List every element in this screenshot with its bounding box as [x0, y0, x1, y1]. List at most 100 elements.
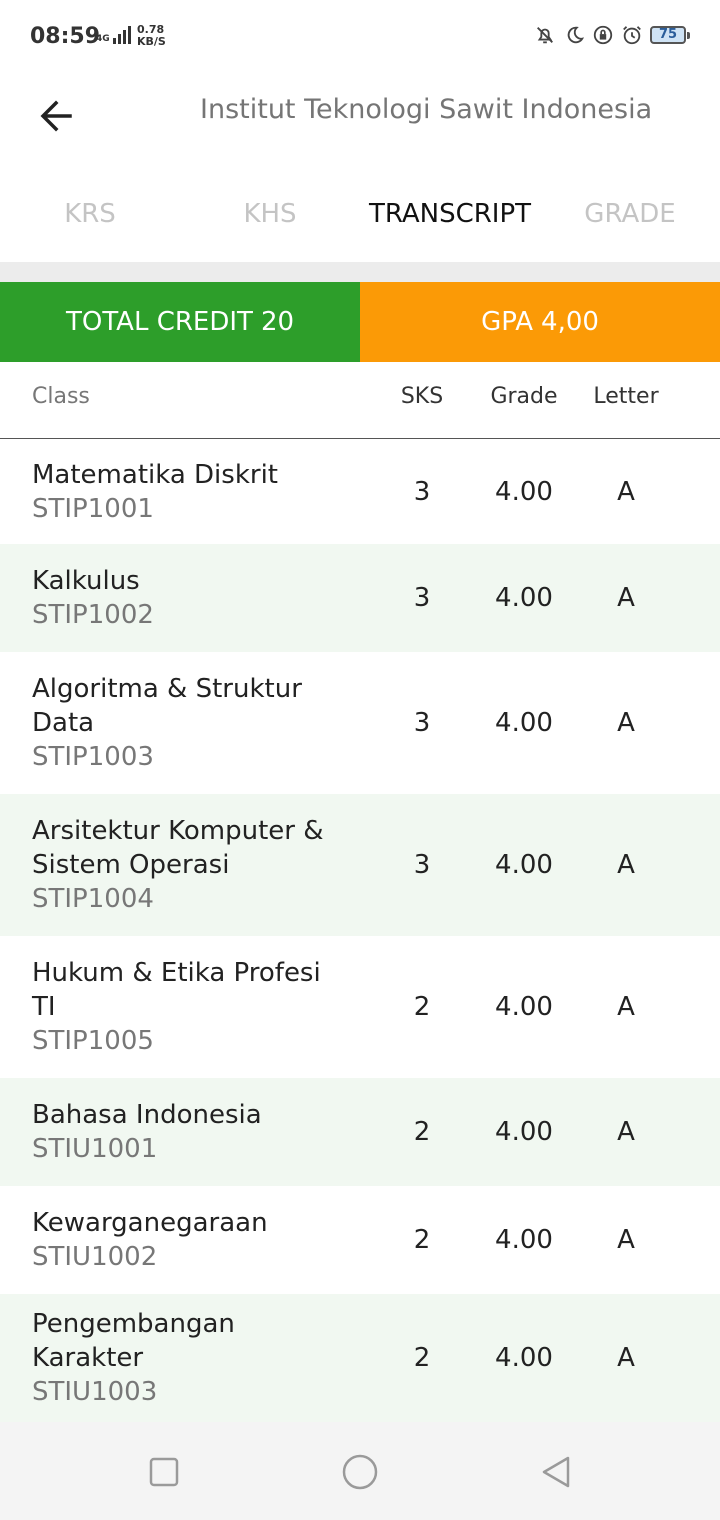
course-name: Algoritma & Struktur Data: [32, 674, 302, 738]
course-code: STIU1003: [32, 1377, 158, 1407]
battery-icon: 75: [650, 26, 690, 44]
course-code: STIP1005: [32, 1026, 154, 1056]
course-code: STIP1003: [32, 742, 154, 772]
grade-cell: 4.00: [495, 1117, 553, 1147]
table-row: Algoritma & Struktur Data STIP1003 3 4.0…: [0, 652, 720, 794]
letter-cell: A: [617, 476, 635, 507]
status-bar: 08:59 4G 0.78 KB/S 75: [0, 0, 720, 78]
table-row: Hukum & Etika Profesi TI STIP1005 2 4.00…: [0, 936, 720, 1078]
signal-icon: [112, 26, 131, 44]
course-code: STIP1001: [32, 493, 154, 524]
letter-cell: A: [617, 1225, 635, 1255]
letter-cell: A: [617, 708, 635, 738]
back-button[interactable]: [30, 90, 82, 142]
table-row: Matematika Diskrit STIP1001 3 4.00 A: [0, 439, 720, 544]
circle-icon: [342, 1454, 378, 1490]
network-type: 4G: [96, 34, 110, 44]
grade-cell: 4.00: [495, 1343, 553, 1373]
header-grade: Grade: [490, 384, 558, 409]
recent-apps-button[interactable]: [144, 1452, 184, 1492]
course-name: Matematika Diskrit: [32, 459, 278, 490]
grade-cell: 4.00: [495, 992, 553, 1022]
header-letter: Letter: [593, 384, 659, 409]
grade-cell: 4.00: [495, 850, 553, 880]
letter-cell: A: [617, 992, 635, 1022]
moon-icon: [567, 26, 585, 44]
letter-cell: A: [617, 1117, 635, 1147]
page-title: Institut Teknologi Sawit Indonesia: [200, 94, 653, 125]
grade-cell: 4.00: [495, 708, 553, 738]
tab-bar: KRS KHS TRANSCRIPT GRADE: [0, 180, 720, 250]
status-time: 08:59: [30, 24, 101, 49]
gpa-label: GPA: [481, 307, 534, 337]
status-icons: 75: [534, 24, 690, 46]
class-cell: Arsitektur Komputer & Sistem Operasi STI…: [0, 814, 372, 916]
course-name: Hukum & Etika Profesi TI: [32, 958, 321, 1022]
grade-cell: 4.00: [495, 476, 553, 507]
tab-grade[interactable]: GRADE: [540, 180, 720, 250]
network-speed: 0.78 KB/S: [137, 24, 166, 48]
sks-cell: 2: [413, 1343, 431, 1373]
course-code: STIU1001: [32, 1134, 158, 1164]
course-code: STIU1002: [32, 1242, 158, 1272]
sks-cell: 2: [413, 1117, 431, 1147]
grade-cell: 4.00: [495, 583, 553, 613]
table-row: Kalkulus STIP1002 3 4.00 A: [0, 544, 720, 652]
grade-cell: 4.00: [495, 1225, 553, 1255]
class-cell: Matematika Diskrit STIP1001: [0, 458, 372, 526]
letter-cell: A: [617, 850, 635, 880]
table-row: Arsitektur Komputer & Sistem Operasi STI…: [0, 794, 720, 936]
header-sks: SKS: [400, 384, 444, 409]
header-class: Class: [32, 384, 90, 409]
total-credit-badge: TOTAL CREDIT 20: [0, 282, 360, 362]
table-row: Kewarganegaraan STIU1002 2 4.00 A: [0, 1186, 720, 1294]
sks-cell: 3: [413, 708, 431, 738]
sks-cell: 3: [413, 850, 431, 880]
class-cell: Bahasa Indonesia STIU1001: [0, 1098, 372, 1166]
class-cell: Algoritma & Struktur Data STIP1003: [0, 672, 372, 774]
home-button[interactable]: [340, 1452, 380, 1492]
tab-khs[interactable]: KHS: [180, 180, 360, 250]
arrow-left-icon: [40, 100, 72, 132]
course-name: Bahasa Indonesia: [32, 1100, 262, 1130]
gpa-badge: GPA 4,00: [360, 282, 720, 362]
system-nav-bar: [0, 1422, 720, 1520]
class-cell: Kewarganegaraan STIU1002: [0, 1206, 372, 1274]
triangle-back-icon: [542, 1456, 570, 1488]
lock-rotation-icon: [593, 25, 613, 45]
table-row: Bahasa Indonesia STIU1001 2 4.00 A: [0, 1078, 720, 1186]
class-cell: Pengembangan Karakter STIU1003: [0, 1307, 372, 1409]
alarm-icon: [623, 26, 641, 45]
class-cell: Hukum & Etika Profesi TI STIP1005: [0, 956, 372, 1058]
tab-transcript[interactable]: TRANSCRIPT: [360, 180, 540, 250]
letter-cell: A: [617, 1343, 635, 1373]
table-row: Pengembangan Karakter STIU1003 2 4.00 A: [0, 1294, 720, 1422]
table-header: Class SKS Grade Letter: [0, 362, 720, 439]
course-code: STIP1004: [32, 884, 154, 914]
sks-cell: 2: [413, 1225, 431, 1255]
total-credit-label: TOTAL CREDIT: [65, 307, 253, 337]
square-icon: [149, 1457, 179, 1487]
divider: [0, 262, 720, 282]
sks-cell: 3: [413, 583, 431, 613]
sks-cell: 2: [413, 992, 431, 1022]
course-name: Arsitektur Komputer & Sistem Operasi: [32, 816, 324, 880]
gpa-value: 4,00: [541, 307, 599, 337]
course-name: Pengembangan Karakter: [32, 1309, 235, 1373]
network-indicator: 4G: [96, 26, 131, 44]
tab-krs[interactable]: KRS: [0, 180, 180, 250]
mute-bell-icon: [537, 27, 553, 44]
course-name: Kewarganegaraan: [32, 1208, 268, 1238]
course-code: STIP1002: [32, 600, 154, 630]
total-credit-value: 20: [260, 307, 295, 337]
transcript-table: Matematika Diskrit STIP1001 3 4.00 A Kal…: [0, 439, 720, 1422]
letter-cell: A: [617, 583, 635, 613]
course-name: Kalkulus: [32, 566, 140, 596]
class-cell: Kalkulus STIP1002: [0, 564, 372, 632]
battery-level: 75: [650, 26, 686, 44]
sks-cell: 3: [413, 476, 431, 507]
summary-bar: TOTAL CREDIT 20 GPA 4,00: [0, 282, 720, 362]
back-nav-button[interactable]: [536, 1452, 576, 1492]
speed-unit: KB/S: [137, 35, 166, 48]
app-bar: Institut Teknologi Sawit Indonesia: [0, 78, 720, 148]
